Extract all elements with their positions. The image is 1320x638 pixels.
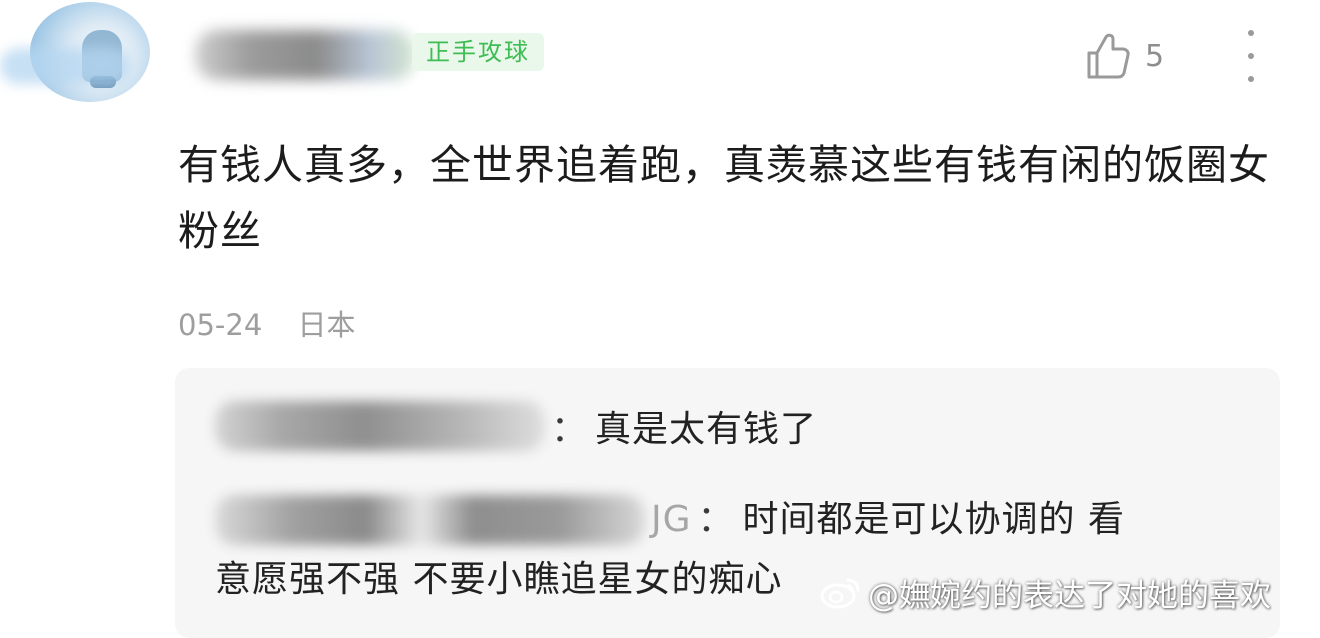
comment-body: 有钱人真多，全世界追着跑，真羡慕这些有钱有闲的饭圈女粉丝 [178,141,1270,255]
reply-author-redacted[interactable] [215,495,645,545]
more-vertical-icon[interactable] [1236,30,1266,82]
reply-text-line1: 时间都是可以协调的 看 [742,499,1125,540]
reply-item[interactable]: JG ： 真是太有钱了 [215,398,817,454]
watermark-text: @嫵婉约的表达了对她的喜欢 [868,577,1271,614]
reply-colon: ： [697,499,735,540]
reply-author-redacted[interactable] [215,401,545,451]
user-badge: 正手攻球 [412,33,544,71]
comment-meta: 05-24 日本 [178,302,356,344]
comment-date: 05-24 [178,308,263,342]
reply-colon: ： [551,409,588,450]
thumbs-up-icon [1087,33,1130,79]
avatar-blur-overlay [0,48,130,84]
like-count: 5 [1145,38,1165,74]
comment-location: 日本 [297,308,356,342]
reply-author-fragment: JG [651,499,692,540]
like-button[interactable]: 5 [1085,30,1164,82]
username-redacted[interactable] [195,30,415,80]
watermark: @嫵婉约的表达了对她的喜欢 [820,568,1271,616]
reply-text: 真是太有钱了 [595,409,818,450]
reply-first-line: JG ： 时间都是可以协调的 看 [215,490,1215,550]
weibo-logo-icon [820,578,860,609]
